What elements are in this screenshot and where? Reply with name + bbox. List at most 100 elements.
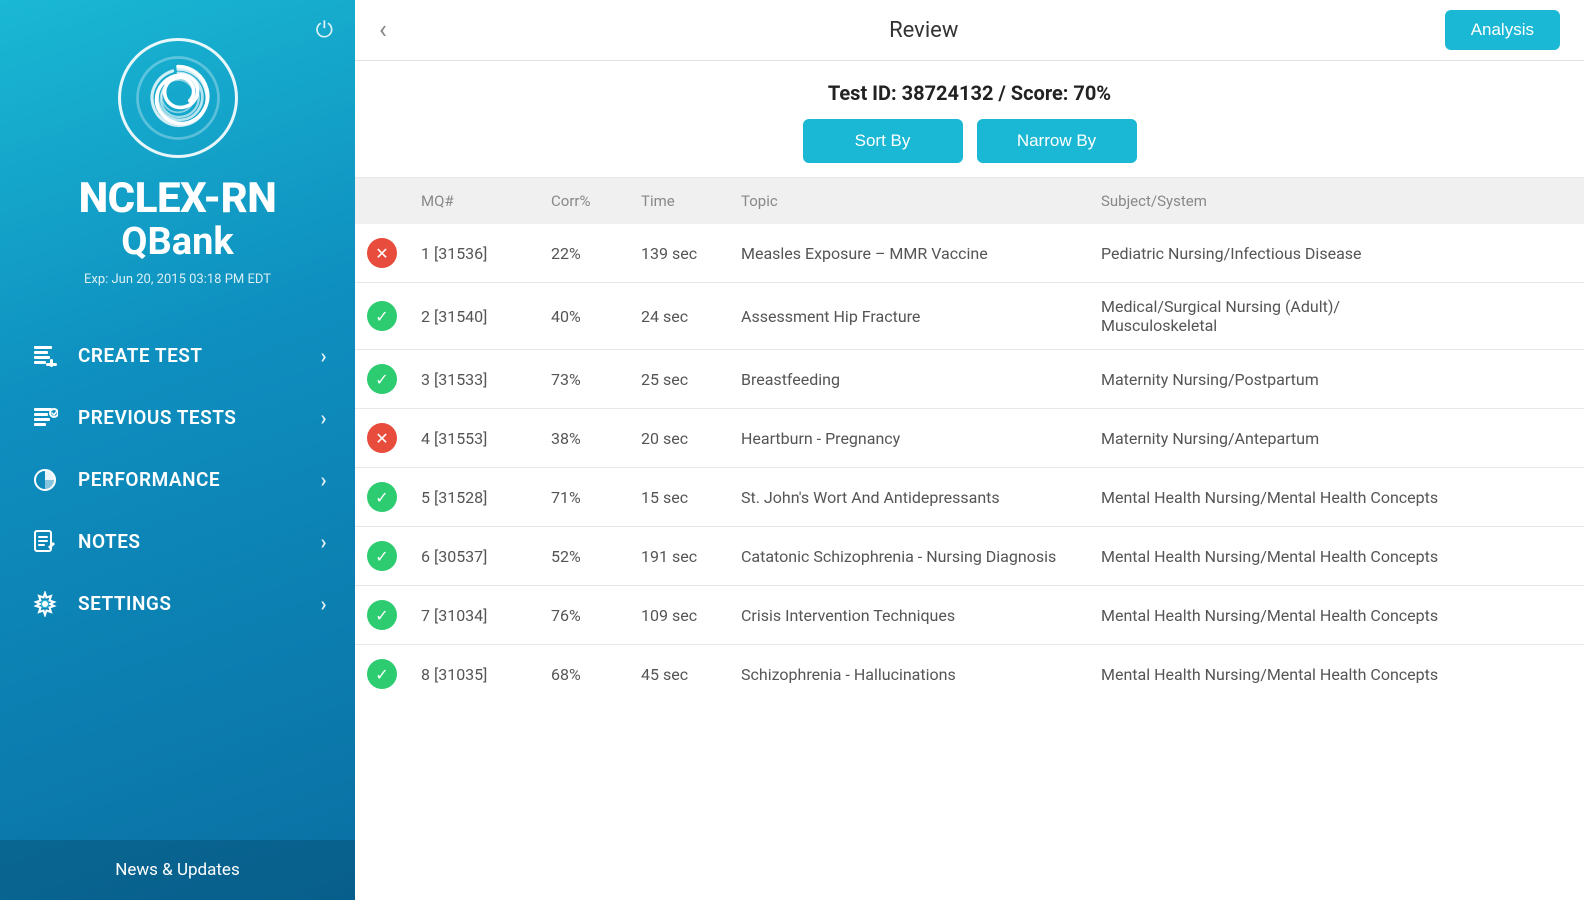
row-status-cell: ✓ bbox=[355, 283, 409, 350]
narrow-by-button[interactable]: Narrow By bbox=[977, 119, 1137, 163]
row-corr-cell: 52% bbox=[539, 527, 629, 586]
row-corr-cell: 22% bbox=[539, 224, 629, 283]
row-corr-cell: 76% bbox=[539, 586, 629, 645]
performance-label: PERFORMANCE bbox=[78, 468, 320, 491]
row-status-cell: ✓ bbox=[355, 586, 409, 645]
row-mq-cell: 7 [31034] bbox=[409, 586, 539, 645]
row-mq-cell: 5 [31528] bbox=[409, 468, 539, 527]
row-status-cell: ✓ bbox=[355, 645, 409, 704]
row-time-cell: 139 sec bbox=[629, 224, 729, 283]
row-subject-cell: Mental Health Nursing/Mental Health Conc… bbox=[1089, 468, 1584, 527]
row-subject-cell: Medical/Surgical Nursing (Adult)/Musculo… bbox=[1089, 283, 1584, 350]
row-corr-cell: 68% bbox=[539, 645, 629, 704]
row-time-cell: 15 sec bbox=[629, 468, 729, 527]
table-row[interactable]: ✕ 1 [31536] 22% 139 sec Measles Exposure… bbox=[355, 224, 1584, 283]
logo-area: NCLEX-RN QBank Exp: Jun 20, 2015 03:18 P… bbox=[0, 0, 355, 315]
row-time-cell: 191 sec bbox=[629, 527, 729, 586]
row-topic-cell: Measles Exposure – MMR Vaccine bbox=[729, 224, 1089, 283]
app-subtitle: QBank bbox=[121, 222, 233, 264]
correct-icon: ✓ bbox=[367, 600, 397, 630]
sidebar: ⏻ NCLEX-RN QBank Exp: Jun 20, 2015 03:18… bbox=[0, 0, 355, 900]
correct-icon: ✓ bbox=[367, 541, 397, 571]
col-header-topic: Topic bbox=[729, 178, 1089, 224]
nav-items: CREATE TEST › PREVIOUS TESTS › bbox=[0, 315, 355, 840]
row-status-cell: ✓ bbox=[355, 527, 409, 586]
settings-label: SETTINGS bbox=[78, 592, 320, 615]
table-row[interactable]: ✓ 3 [31533] 73% 25 sec Breastfeeding Mat… bbox=[355, 350, 1584, 409]
table-header-row: MQ# Corr% Time Topic Subject/System bbox=[355, 178, 1584, 224]
expiry-text: Exp: Jun 20, 2015 03:18 PM EDT bbox=[84, 272, 271, 287]
sidebar-item-performance[interactable]: PERFORMANCE › bbox=[0, 449, 355, 511]
performance-icon bbox=[28, 463, 62, 497]
correct-icon: ✓ bbox=[367, 301, 397, 331]
row-topic-cell: Breastfeeding bbox=[729, 350, 1089, 409]
row-subject-cell: Mental Health Nursing/Mental Health Conc… bbox=[1089, 586, 1584, 645]
row-corr-cell: 40% bbox=[539, 283, 629, 350]
row-subject-cell: Maternity Nursing/Antepartum bbox=[1089, 409, 1584, 468]
create-test-icon bbox=[28, 339, 62, 373]
row-topic-cell: Catatonic Schizophrenia - Nursing Diagno… bbox=[729, 527, 1089, 586]
results-table: MQ# Corr% Time Topic Subject/System ✕ 1 … bbox=[355, 178, 1584, 703]
row-subject-cell: Mental Health Nursing/Mental Health Conc… bbox=[1089, 527, 1584, 586]
row-mq-cell: 2 [31540] bbox=[409, 283, 539, 350]
create-test-label: CREATE TEST bbox=[78, 344, 320, 367]
row-mq-cell: 4 [31553] bbox=[409, 409, 539, 468]
action-buttons: Sort By Narrow By bbox=[803, 119, 1137, 163]
settings-chevron: › bbox=[320, 592, 327, 616]
row-time-cell: 45 sec bbox=[629, 645, 729, 704]
row-status-cell: ✕ bbox=[355, 224, 409, 283]
row-subject-cell: Mental Health Nursing/Mental Health Conc… bbox=[1089, 645, 1584, 704]
notes-label: NOTES bbox=[78, 530, 320, 553]
row-time-cell: 109 sec bbox=[629, 586, 729, 645]
table-row[interactable]: ✓ 7 [31034] 76% 109 sec Crisis Intervent… bbox=[355, 586, 1584, 645]
correct-icon: ✓ bbox=[367, 364, 397, 394]
correct-icon: ✓ bbox=[367, 659, 397, 689]
row-subject-cell: Maternity Nursing/Postpartum bbox=[1089, 350, 1584, 409]
col-header-status bbox=[355, 178, 409, 224]
col-header-subject: Subject/System bbox=[1089, 178, 1584, 224]
row-mq-cell: 8 [31035] bbox=[409, 645, 539, 704]
create-test-chevron: › bbox=[320, 344, 327, 368]
score-area: Test ID: 38724132 / Score: 70% Sort By N… bbox=[355, 61, 1584, 178]
power-button[interactable]: ⏻ bbox=[316, 18, 333, 43]
incorrect-icon: ✕ bbox=[367, 423, 397, 453]
main-content: ‹ Review Analysis Test ID: 38724132 / Sc… bbox=[355, 0, 1584, 900]
app-title: NCLEX-RN bbox=[79, 176, 277, 222]
page-title: Review bbox=[403, 18, 1445, 43]
table-row[interactable]: ✓ 8 [31035] 68% 45 sec Schizophrenia - H… bbox=[355, 645, 1584, 704]
row-subject-cell: Pediatric Nursing/Infectious Disease bbox=[1089, 224, 1584, 283]
row-status-cell: ✓ bbox=[355, 468, 409, 527]
row-topic-cell: St. John's Wort And Antidepressants bbox=[729, 468, 1089, 527]
row-corr-cell: 38% bbox=[539, 409, 629, 468]
notes-icon bbox=[28, 525, 62, 559]
news-updates-bar[interactable]: News & Updates bbox=[0, 840, 355, 900]
row-time-cell: 24 sec bbox=[629, 283, 729, 350]
back-button[interactable]: ‹ bbox=[379, 17, 387, 43]
performance-chevron: › bbox=[320, 468, 327, 492]
score-text: Test ID: 38724132 / Score: 70% bbox=[828, 81, 1111, 105]
col-header-mq: MQ# bbox=[409, 178, 539, 224]
row-mq-cell: 3 [31533] bbox=[409, 350, 539, 409]
analysis-button[interactable]: Analysis bbox=[1445, 10, 1560, 50]
row-topic-cell: Crisis Intervention Techniques bbox=[729, 586, 1089, 645]
table-row[interactable]: ✕ 4 [31553] 38% 20 sec Heartburn - Pregn… bbox=[355, 409, 1584, 468]
col-header-corr: Corr% bbox=[539, 178, 629, 224]
sort-by-button[interactable]: Sort By bbox=[803, 119, 963, 163]
top-bar: ‹ Review Analysis bbox=[355, 0, 1584, 61]
row-time-cell: 20 sec bbox=[629, 409, 729, 468]
table-row[interactable]: ✓ 5 [31528] 71% 15 sec St. John's Wort A… bbox=[355, 468, 1584, 527]
row-time-cell: 25 sec bbox=[629, 350, 729, 409]
sidebar-item-notes[interactable]: NOTES › bbox=[0, 511, 355, 573]
row-mq-cell: 1 [31536] bbox=[409, 224, 539, 283]
row-topic-cell: Assessment Hip Fracture bbox=[729, 283, 1089, 350]
sidebar-item-settings[interactable]: SETTINGS › bbox=[0, 573, 355, 635]
sidebar-item-create-test[interactable]: CREATE TEST › bbox=[0, 325, 355, 387]
table-row[interactable]: ✓ 2 [31540] 40% 24 sec Assessment Hip Fr… bbox=[355, 283, 1584, 350]
table-row[interactable]: ✓ 6 [30537] 52% 191 sec Catatonic Schizo… bbox=[355, 527, 1584, 586]
correct-icon: ✓ bbox=[367, 482, 397, 512]
notes-chevron: › bbox=[320, 530, 327, 554]
row-corr-cell: 71% bbox=[539, 468, 629, 527]
sidebar-item-previous-tests[interactable]: PREVIOUS TESTS › bbox=[0, 387, 355, 449]
row-status-cell: ✓ bbox=[355, 350, 409, 409]
incorrect-icon: ✕ bbox=[367, 238, 397, 268]
